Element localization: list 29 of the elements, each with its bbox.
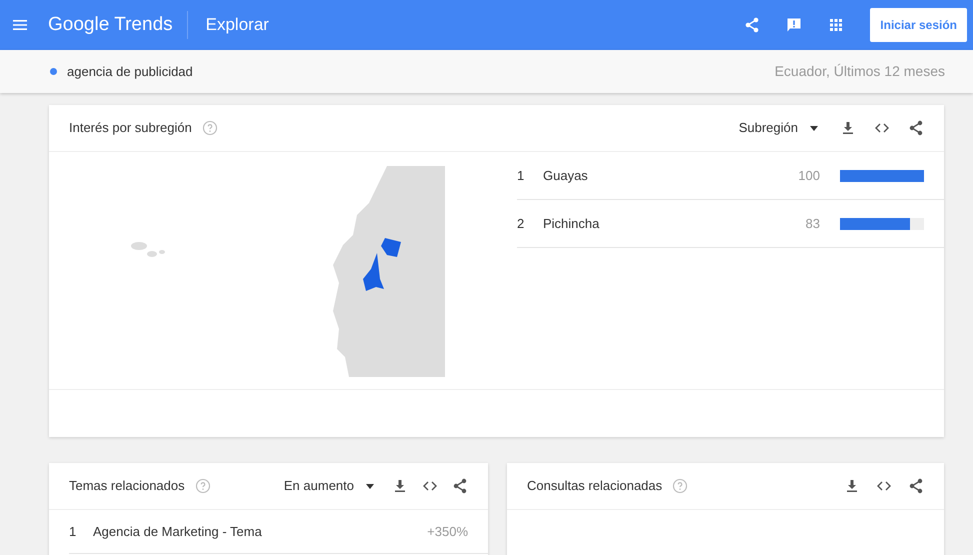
rank-number: 2 (517, 214, 526, 233)
topic-name[interactable]: Agencia de Marketing - Tema (93, 522, 262, 542)
feedback-icon[interactable] (786, 17, 802, 33)
download-icon[interactable] (840, 120, 856, 136)
download-icon[interactable] (844, 478, 860, 494)
share-icon[interactable] (744, 17, 760, 33)
region-value: 100 (798, 166, 820, 185)
sign-in-button[interactable]: Iniciar sesión (870, 8, 967, 42)
rank-number: 1 (517, 166, 526, 185)
share-icon[interactable] (452, 478, 468, 494)
dropdown[interactable]: Subregión (738, 118, 822, 138)
region-name[interactable]: Guayas (543, 166, 588, 186)
share-icon[interactable] (908, 478, 924, 494)
menu-icon[interactable] (12, 17, 28, 33)
card-title: Consultas relacionadas (527, 477, 662, 496)
share-icon[interactable] (908, 120, 924, 136)
card-title: Interés por subregión (69, 119, 192, 138)
dropdown[interactable]: En aumento (284, 476, 378, 496)
download-icon[interactable] (392, 478, 408, 494)
card-title: Temas relacionados (69, 477, 185, 496)
topic-change: +350% (427, 522, 468, 541)
rank-number: 1 (69, 522, 78, 541)
page-title: Explorar (204, 14, 269, 36)
region-value: 83 (806, 214, 820, 233)
search-term: agencia de publicidad (67, 62, 193, 81)
search-context: Ecuador, Últimos 12 meses (774, 62, 945, 81)
apps-icon[interactable] (828, 17, 844, 33)
logo[interactable]: Google Trends (28, 10, 188, 40)
region-name[interactable]: Pichincha (543, 214, 600, 234)
